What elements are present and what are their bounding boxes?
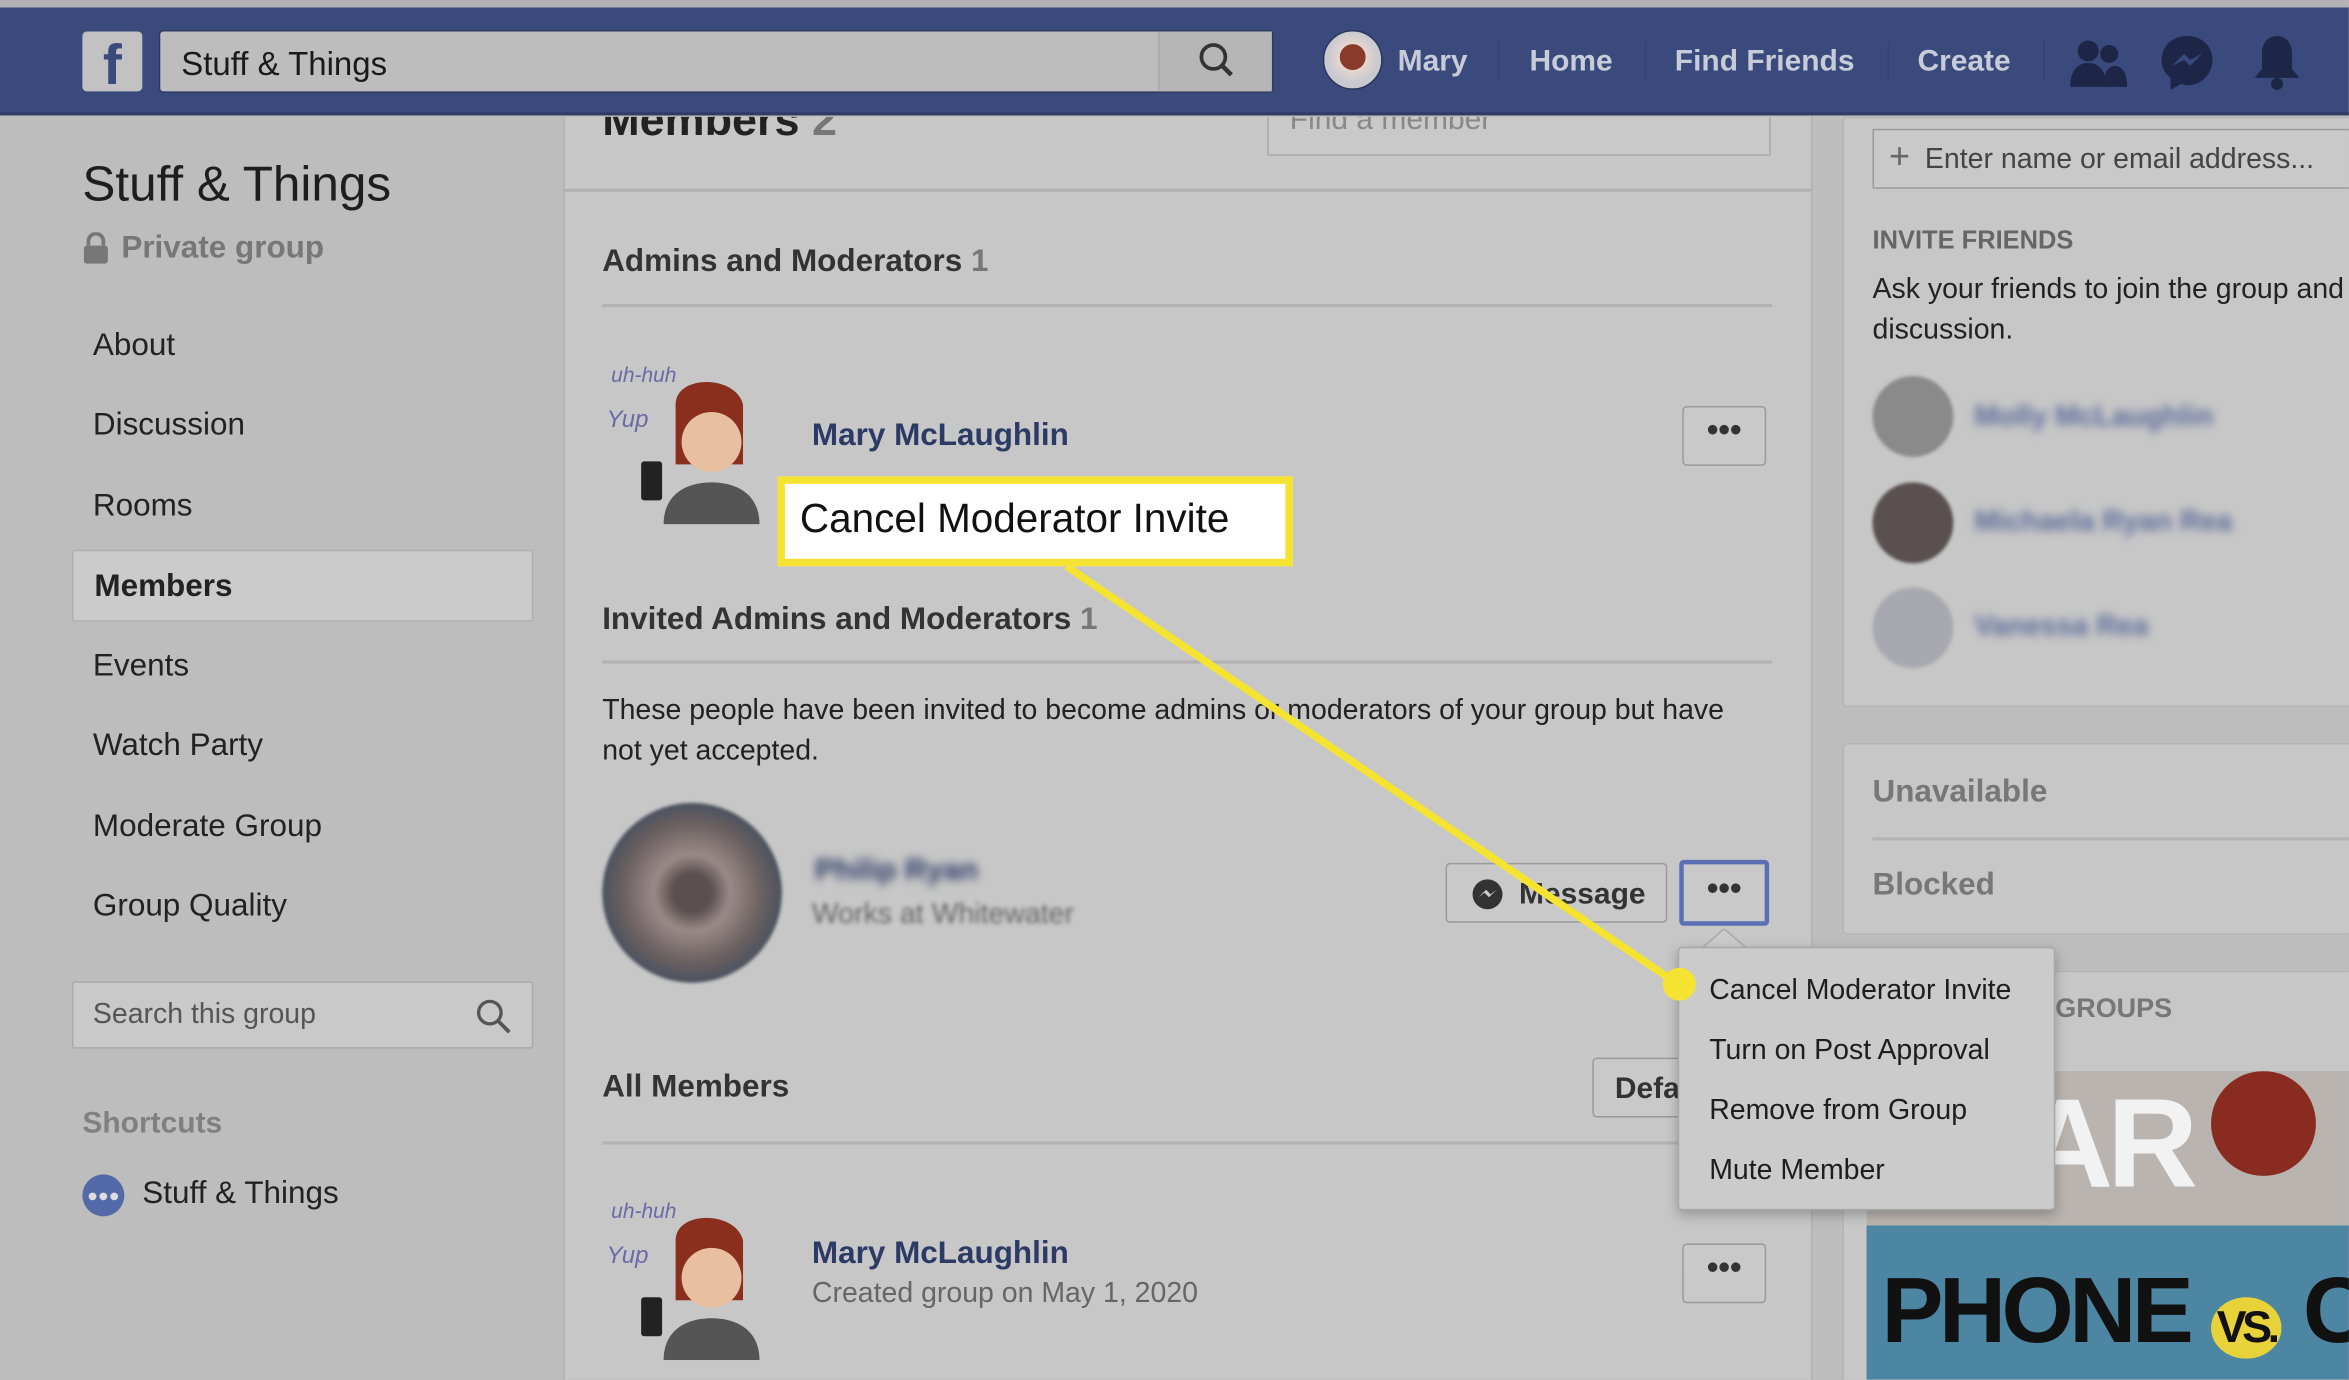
callout-pointer-line xyxy=(1064,563,1696,1001)
callout-label: Cancel Moderator Invite xyxy=(777,476,1293,567)
